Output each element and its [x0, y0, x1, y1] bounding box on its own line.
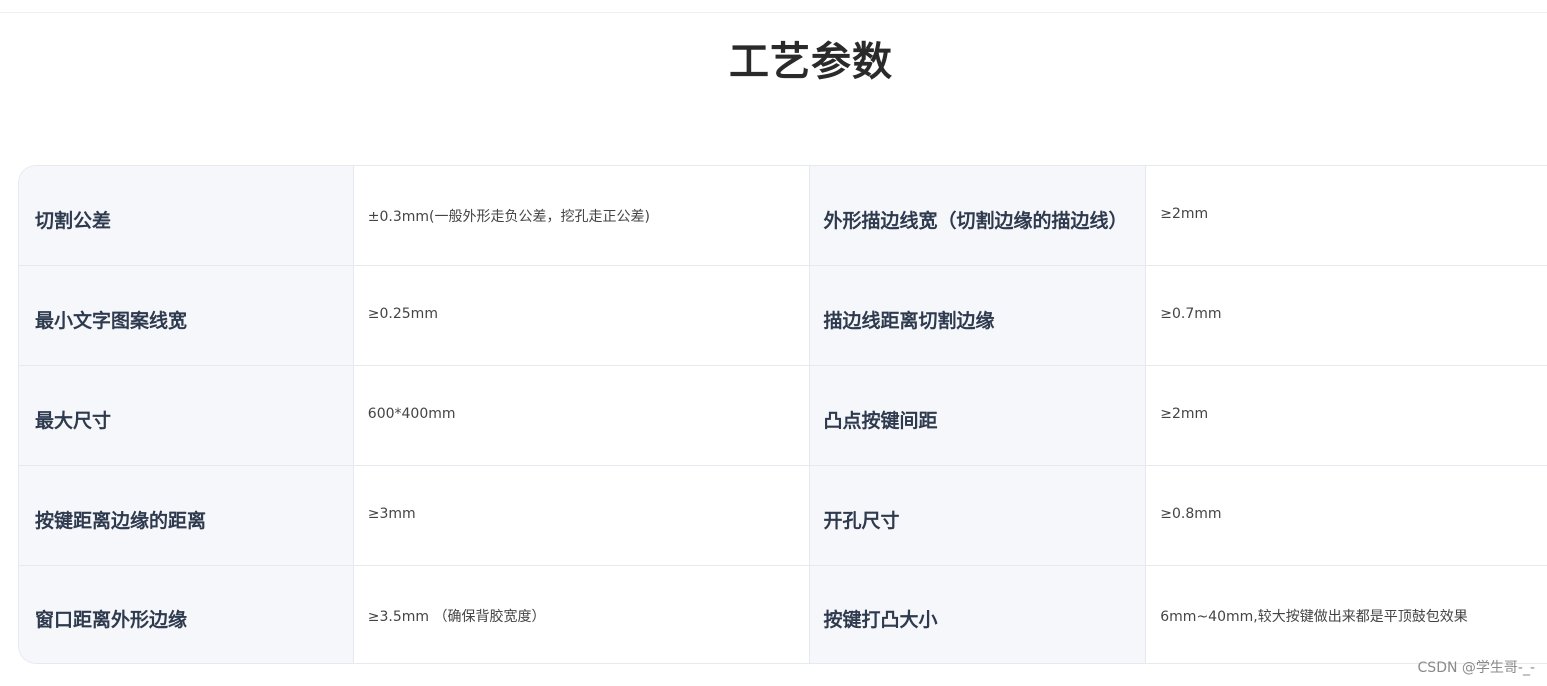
param-value: ≥3.5mm （确保背胶宽度）: [353, 566, 811, 663]
param-value: ≥2mm: [1146, 366, 1547, 465]
param-label: 外形描边线宽（切割边缘的描边线）: [810, 166, 1147, 265]
param-value: ≥2mm: [1146, 166, 1547, 265]
param-label: 按键距离边缘的距离: [19, 466, 354, 565]
process-parameters-table: 切割公差 ±0.3mm(一般外形走负公差，挖孔走正公差) 外形描边线宽（切割边缘…: [18, 165, 1547, 664]
param-label: 窗口距离外形边缘: [19, 566, 354, 663]
param-label: 凸点按键间距: [810, 366, 1147, 465]
param-value: ≥0.7mm: [1146, 266, 1547, 365]
param-label: 开孔尺寸: [810, 466, 1147, 565]
top-divider: [0, 12, 1547, 13]
param-value: ≥0.8mm: [1146, 466, 1547, 565]
param-value: 6mm~40mm,较大按键做出来都是平顶鼓包效果: [1146, 566, 1547, 663]
param-value: ±0.3mm(一般外形走负公差，挖孔走正公差): [353, 166, 811, 265]
param-label: 最小文字图案线宽: [19, 266, 354, 365]
param-value: ≥3mm: [353, 466, 811, 565]
table-row: 最大尺寸 600*400mm 凸点按键间距 ≥2mm: [19, 366, 1547, 466]
table-row: 按键距离边缘的距离 ≥3mm 开孔尺寸 ≥0.8mm: [19, 466, 1547, 566]
param-value: ≥0.25mm: [353, 266, 811, 365]
param-label: 描边线距离切割边缘: [810, 266, 1147, 365]
page-title: 工艺参数: [729, 39, 893, 85]
table-row: 切割公差 ±0.3mm(一般外形走负公差，挖孔走正公差) 外形描边线宽（切割边缘…: [19, 166, 1547, 266]
csdn-watermark: CSDN @学生哥-_-: [1417, 660, 1535, 676]
param-label: 切割公差: [19, 166, 354, 265]
table-row: 窗口距离外形边缘 ≥3.5mm （确保背胶宽度） 按键打凸大小 6mm~40mm…: [19, 566, 1547, 663]
table-row: 最小文字图案线宽 ≥0.25mm 描边线距离切割边缘 ≥0.7mm: [19, 266, 1547, 366]
param-label: 按键打凸大小: [810, 566, 1147, 663]
param-label: 最大尺寸: [19, 366, 354, 465]
param-value: 600*400mm: [353, 366, 811, 465]
